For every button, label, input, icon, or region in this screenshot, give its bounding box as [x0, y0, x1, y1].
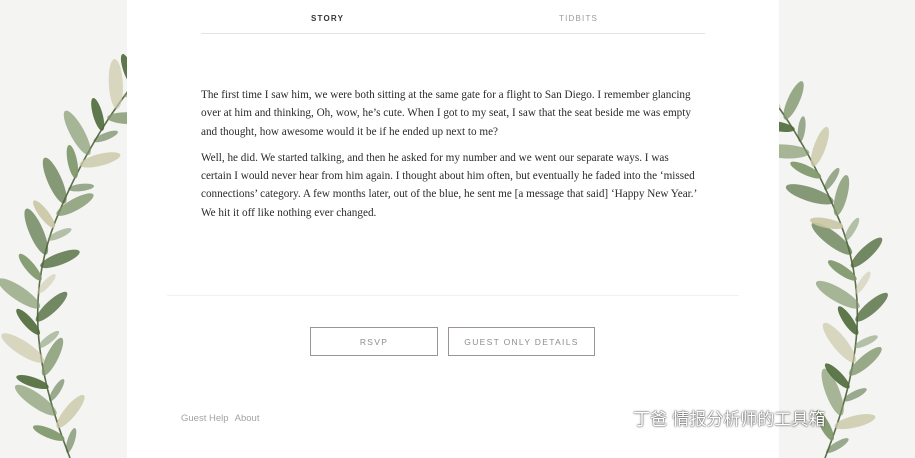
olive-leaf	[91, 97, 105, 131]
guest-help-link[interactable]: Guest Help	[181, 413, 229, 424]
tab-bar: STORY TIDBITS	[201, 0, 705, 34]
about-link[interactable]: About	[235, 413, 260, 424]
olive-leaf	[93, 130, 118, 143]
olive-leaf	[826, 438, 849, 453]
story-content: The first time I saw him, we were both s…	[201, 86, 701, 230]
olive-leaf	[18, 253, 42, 281]
watermark: 丁爸 情报分析师的工具箱	[597, 404, 825, 430]
olive-leaf	[108, 58, 123, 109]
watermark-text: 丁爸 情报分析师的工具箱	[633, 409, 826, 430]
rsvp-button[interactable]: RSVP	[310, 327, 438, 356]
olive-leaf	[63, 110, 91, 155]
olive-leaf	[49, 379, 65, 402]
footer-links: Guest Help About	[181, 413, 263, 424]
story-paragraph-1: The first time I saw him, we were both s…	[201, 89, 691, 138]
olive-leaf	[42, 157, 67, 204]
olive-leaf	[56, 394, 85, 429]
tab-story[interactable]: STORY	[311, 14, 344, 23]
olive-leaf	[810, 126, 829, 167]
guest-only-details-button[interactable]: GUEST ONLY DETAILS	[448, 327, 595, 356]
section-divider	[167, 295, 739, 296]
olive-leaf	[783, 81, 804, 120]
olive-leaf	[844, 217, 860, 241]
olive-leaf	[66, 144, 79, 179]
story-paragraph-2: Well, he did. We started talking, and th…	[201, 151, 697, 219]
olive-leaf	[850, 237, 883, 268]
tab-tidbits[interactable]: TIDBITS	[559, 14, 598, 23]
olive-leaf	[65, 428, 77, 453]
main-card: STORY TIDBITS The first time I saw him, …	[127, 0, 779, 458]
wechat-icon	[597, 405, 626, 428]
